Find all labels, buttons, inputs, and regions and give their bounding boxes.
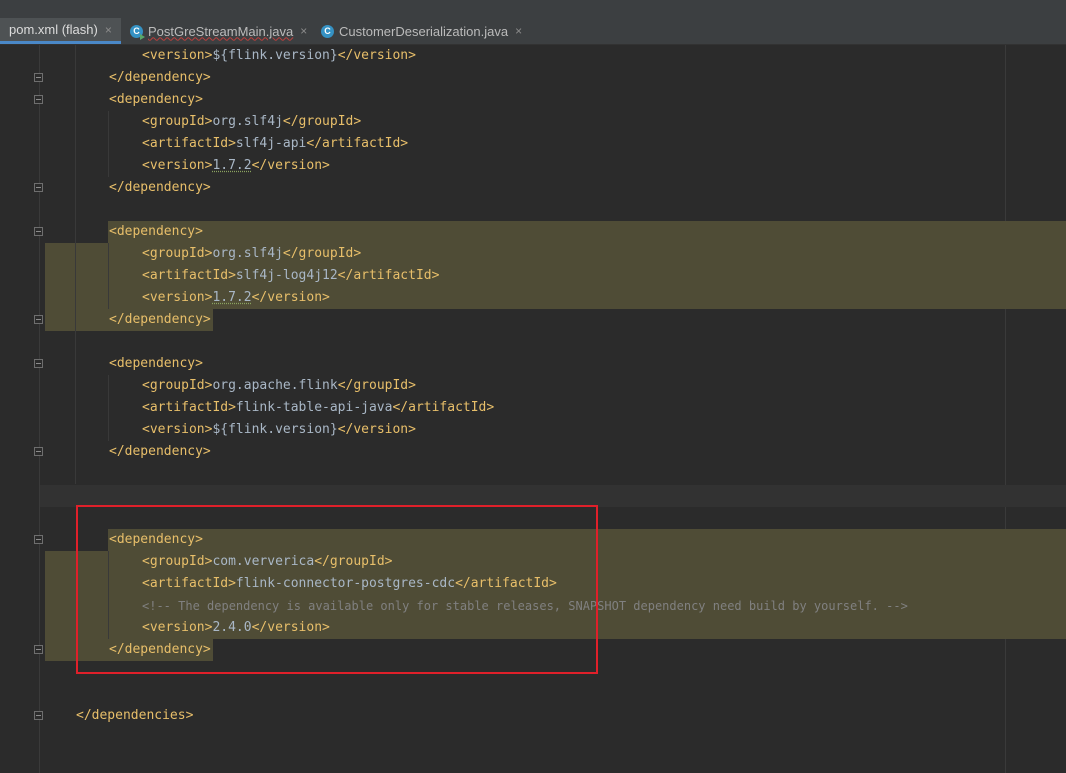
code-line: <dependency> <box>109 224 203 239</box>
indent-guide <box>75 45 76 484</box>
fold-icon[interactable] <box>34 183 43 192</box>
search-highlight <box>108 221 1066 243</box>
indent-guide <box>108 111 109 177</box>
code-line: <artifactId>slf4j-api</artifactId> <box>142 136 409 151</box>
editor-tab-bar: pom.xml (flash) × C PostGreStreamMain.ja… <box>0 18 1066 45</box>
code-line: </dependency> <box>109 180 211 195</box>
code-line: </dependency> <box>109 444 211 459</box>
code-line: <dependency> <box>109 92 203 107</box>
code-line: <version>1.7.2</version> <box>142 158 330 173</box>
right-margin-guide <box>1005 45 1006 773</box>
close-icon[interactable]: × <box>300 24 307 38</box>
fold-icon[interactable] <box>34 447 43 456</box>
fold-icon[interactable] <box>34 315 43 324</box>
fold-icon[interactable] <box>34 227 43 236</box>
current-line-highlight <box>40 485 1066 507</box>
code-line: <groupId>org.slf4j</groupId> <box>142 246 362 261</box>
code-line: </dependency> <box>109 70 211 85</box>
fold-icon[interactable] <box>34 535 43 544</box>
fold-icon[interactable] <box>34 95 43 104</box>
code-line: <version>${flink.version}</version> <box>142 48 416 63</box>
code-line: </dependencies> <box>76 708 194 723</box>
code-line: <artifactId>slf4j-log4j12</artifactId> <box>142 268 440 283</box>
ide-window: pom.xml (flash) × C PostGreStreamMain.ja… <box>0 0 1066 773</box>
java-class-run-icon: C <box>130 24 145 40</box>
tab-customer-deserialization[interactable]: C CustomerDeserialization.java × <box>312 18 537 44</box>
tab-postgre-stream-main[interactable]: C PostGreStreamMain.java × <box>122 18 310 44</box>
tab-label: PostGreStreamMain.java <box>148 23 294 39</box>
indent-guide <box>108 375 109 441</box>
tab-label: pom.xml (flash) <box>9 22 98 37</box>
close-icon[interactable]: × <box>105 23 112 37</box>
code-line: <groupId>org.apache.flink</groupId> <box>142 378 416 393</box>
fold-icon[interactable] <box>34 359 43 368</box>
fold-icon[interactable] <box>34 73 43 82</box>
fold-icon[interactable] <box>34 645 43 654</box>
code-line: <version>${flink.version}</version> <box>142 422 416 437</box>
indent-guide <box>108 243 109 309</box>
gutter-separator <box>39 45 40 773</box>
code-line: <artifactId>flink-table-api-java</artifa… <box>142 400 495 415</box>
tab-label: CustomerDeserialization.java <box>339 23 509 39</box>
close-icon[interactable]: × <box>515 24 522 38</box>
code-line: </dependency> <box>109 312 211 327</box>
code-line: <dependency> <box>109 356 203 371</box>
code-line: <version>1.7.2</version> <box>142 290 330 305</box>
code-line: <groupId>org.slf4j</groupId> <box>142 114 362 129</box>
java-class-icon: C <box>321 24 334 38</box>
tab-pom-xml[interactable]: pom.xml (flash) × <box>0 18 121 44</box>
fold-icon[interactable] <box>34 711 43 720</box>
title-strip <box>0 0 1066 18</box>
annotation-box <box>76 505 598 674</box>
